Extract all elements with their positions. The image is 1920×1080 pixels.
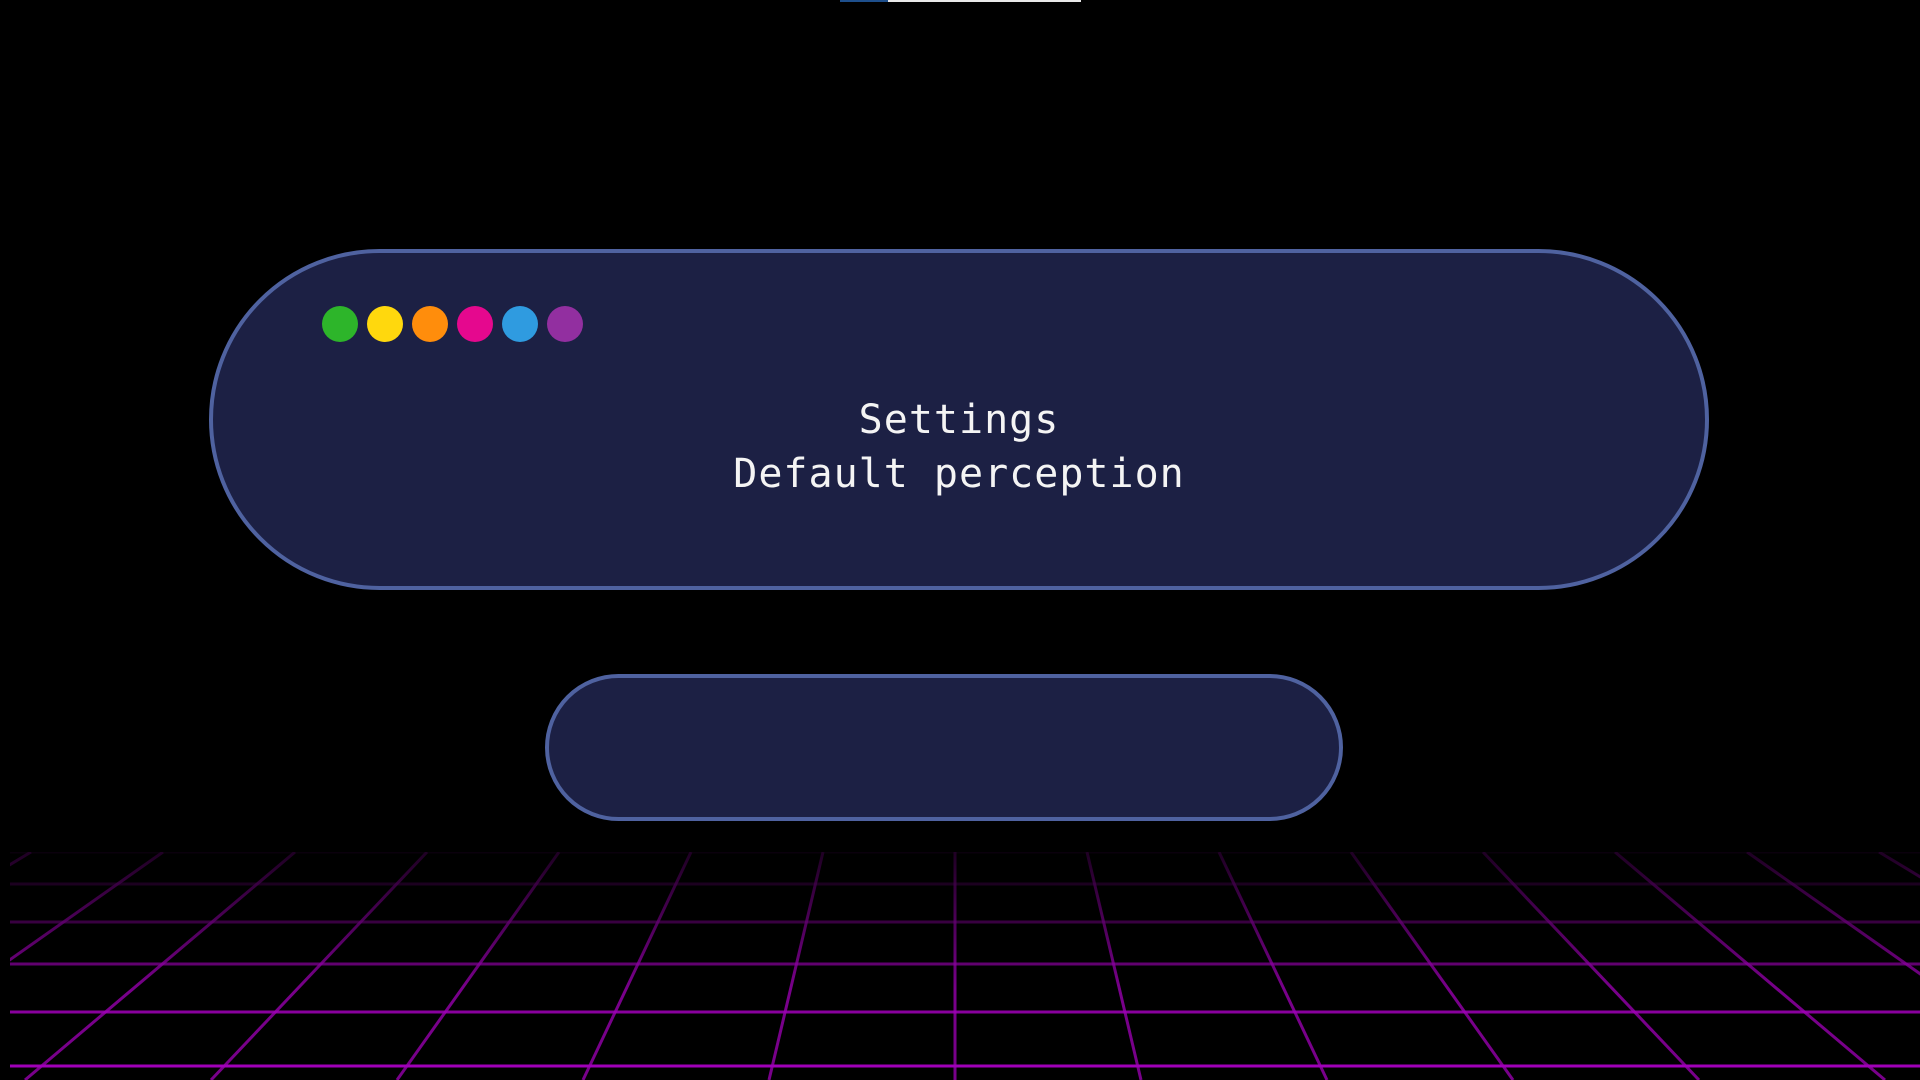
top-progress-track <box>888 0 1081 2</box>
purple-dot[interactable] <box>547 306 583 342</box>
panel-text: Settings Default perception <box>213 393 1705 501</box>
top-progress-fill <box>840 0 888 2</box>
settings-panel: Settings Default perception <box>209 249 1709 590</box>
magenta-dot[interactable] <box>457 306 493 342</box>
top-progress-bar <box>840 0 1081 2</box>
grid-floor <box>10 852 1920 1080</box>
color-dot-row <box>322 306 583 342</box>
blue-dot[interactable] <box>502 306 538 342</box>
secondary-panel[interactable] <box>545 674 1343 821</box>
grid-fade-overlay <box>10 852 1920 1080</box>
yellow-dot[interactable] <box>367 306 403 342</box>
orange-dot[interactable] <box>412 306 448 342</box>
panel-title: Settings <box>858 397 1060 443</box>
panel-subtitle: Default perception <box>733 451 1185 497</box>
green-dot[interactable] <box>322 306 358 342</box>
